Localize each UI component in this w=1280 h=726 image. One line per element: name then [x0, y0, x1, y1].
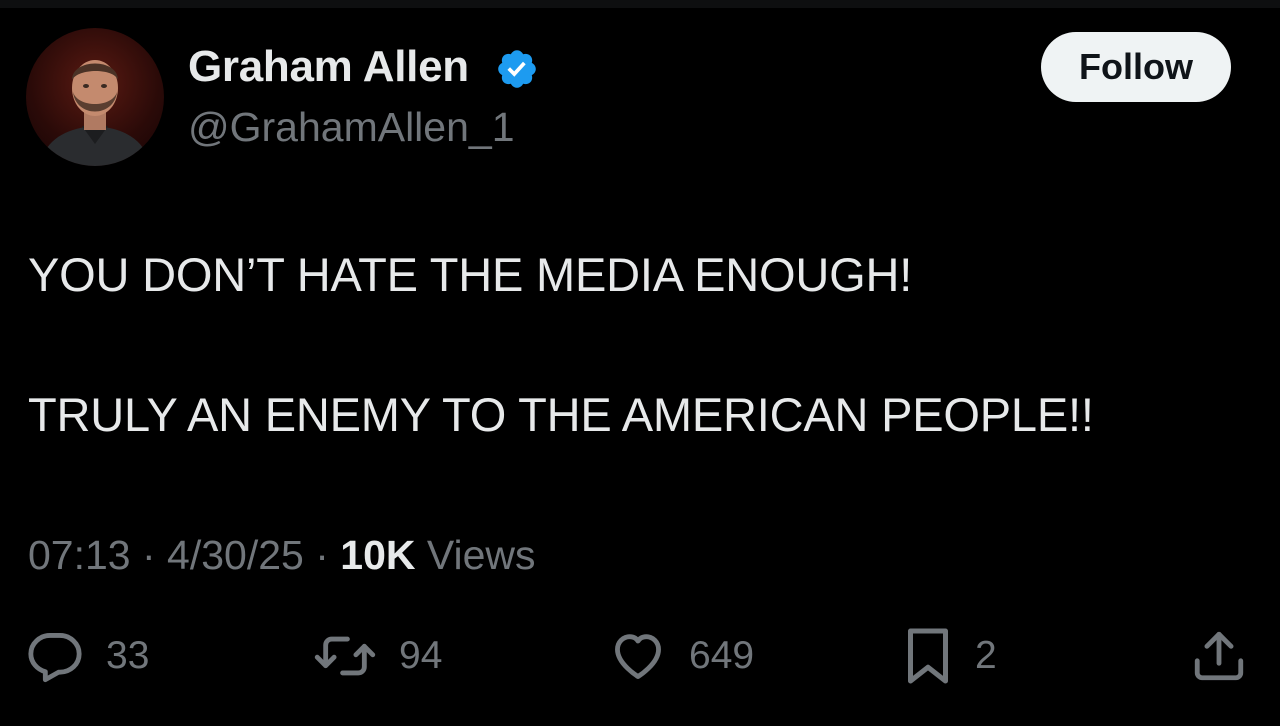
- heart-icon: [615, 634, 661, 679]
- tweet-time[interactable]: 07:13: [28, 532, 131, 578]
- follow-button[interactable]: Follow: [1041, 32, 1231, 102]
- bookmark-icon: [908, 628, 948, 684]
- views-label: Views: [415, 532, 536, 578]
- like-count: 649: [689, 634, 755, 677]
- author-handle[interactable]: @GrahamAllen_1: [188, 102, 515, 152]
- meta-separator: ·: [303, 532, 341, 578]
- like-button[interactable]: 649: [609, 626, 754, 686]
- bookmark-button[interactable]: 2: [903, 626, 997, 686]
- reply-icon: [28, 633, 82, 683]
- meta-separator: ·: [130, 532, 168, 578]
- verified-badge-icon[interactable]: [495, 47, 539, 91]
- avatar[interactable]: [26, 28, 164, 166]
- bookmark-count: 2: [975, 634, 997, 677]
- share-icon: [1194, 631, 1244, 681]
- tweet-text-line: TRULY AN ENEMY TO THE AMERICAN PEOPLE!!: [28, 388, 1094, 441]
- reply-count: 33: [106, 634, 150, 677]
- repost-icon: [314, 636, 376, 676]
- tweet-card: Graham Allen @GrahamAllen_1 Follow YOU D…: [0, 0, 1280, 726]
- tweet-text-line: YOU DON’T HATE THE MEDIA ENOUGH!: [28, 248, 913, 301]
- repost-button[interactable]: 94: [313, 626, 442, 686]
- tweet-date[interactable]: 4/30/25: [167, 532, 304, 578]
- views-count[interactable]: 10K: [340, 532, 415, 578]
- repost-count: 94: [399, 634, 443, 677]
- share-button[interactable]: [1190, 626, 1248, 686]
- reply-button[interactable]: 33: [26, 626, 149, 686]
- author-name[interactable]: Graham Allen: [188, 40, 469, 94]
- tweet-meta: 07:13 · 4/30/25 · 10K Views: [28, 530, 536, 580]
- profile-photo-icon: [40, 60, 150, 166]
